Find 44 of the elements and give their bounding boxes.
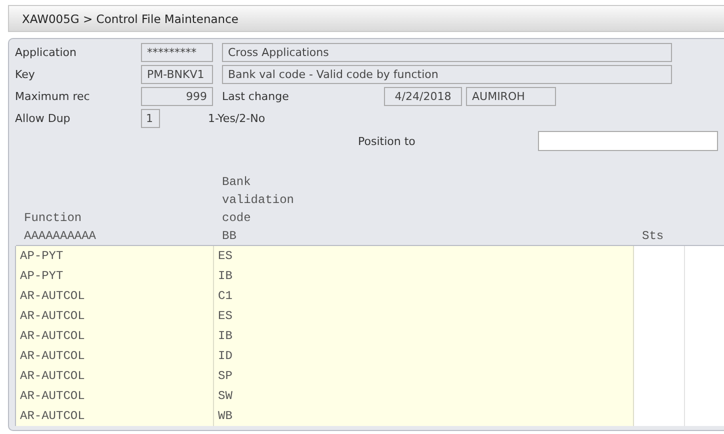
table-cell: [634, 406, 685, 426]
column-mask: BB: [222, 228, 238, 245]
field-label: Application: [15, 46, 78, 59]
table-cell: WB: [214, 406, 634, 426]
table-cell: ES: [214, 246, 634, 266]
table-cell: AR-AUTCOL: [16, 286, 214, 306]
column-heading: Function: [24, 210, 83, 227]
code-field: 999: [141, 87, 213, 106]
field-label: Allow Dup: [15, 112, 72, 125]
field-label: Last change: [222, 90, 290, 103]
field-label: Key: [15, 68, 36, 81]
user-field: AUMIROH: [466, 87, 556, 106]
table-cell: [685, 406, 724, 426]
table-cell: [634, 246, 685, 266]
table-cell: AR-AUTCOL: [16, 386, 214, 406]
table-cell: AP-PYT: [16, 266, 214, 286]
position-input[interactable]: [538, 131, 718, 151]
table-cell: SP: [214, 366, 634, 386]
description-field: Cross Applications: [222, 43, 672, 62]
code-field: PM-BNKV1: [141, 65, 213, 84]
table-cell: AR-AUTCOL: [16, 366, 214, 386]
hint-text: 1-Yes/2-No: [208, 112, 266, 125]
date-field: 4/24/2018: [384, 87, 462, 106]
table-cell: IB: [214, 326, 634, 346]
column-heading: Sts: [642, 228, 665, 245]
code-field: *********: [141, 43, 213, 62]
table-cell: C1: [214, 286, 634, 306]
table-cell: AR-AUTCOL: [16, 346, 214, 366]
description-field: Bank val code - Valid code by function: [222, 65, 672, 84]
table-cell: AP-PYT: [16, 246, 214, 266]
flag-field: 1: [141, 109, 160, 128]
table-cell: AR-AUTCOL: [16, 326, 214, 346]
field-label: Maximum rec: [15, 90, 91, 103]
table-cell: ID: [214, 346, 634, 366]
table-cell: AR-AUTCOL: [16, 406, 214, 426]
table-cell: SW: [214, 386, 634, 406]
column-mask: AAAAAAAAAA: [24, 228, 98, 245]
table-cell: IB: [214, 266, 634, 286]
table-cell: AR-AUTCOL: [16, 306, 214, 326]
window-title: XAW005G > Control File Maintenance: [8, 5, 724, 32]
field-label: Position to: [358, 134, 416, 148]
table-cell: ES: [214, 306, 634, 326]
column-heading: Bank validation code: [222, 174, 296, 227]
table-cell: [685, 246, 724, 266]
